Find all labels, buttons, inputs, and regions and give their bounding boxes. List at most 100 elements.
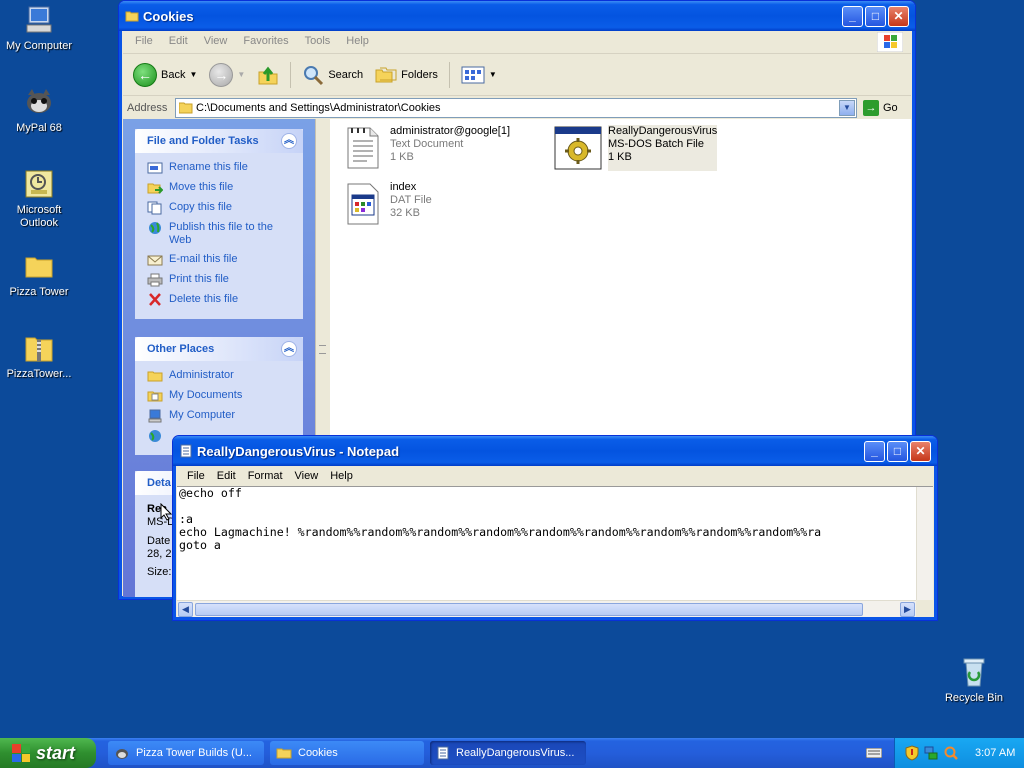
start-button[interactable]: start [0,738,96,768]
task-move[interactable]: Move this file [147,181,293,195]
taskbar-button-pizza-tower[interactable]: Pizza Tower Builds (U... [108,741,264,765]
dat-file-icon [347,183,379,225]
menu-help[interactable]: Help [324,470,359,482]
toolbar-separator [448,61,450,88]
task-publish[interactable]: Publish this file to the Web [147,221,293,247]
scroll-right-icon[interactable]: ▶ [900,602,915,617]
views-icon [461,66,485,83]
back-button[interactable]: ← Back ▼ [129,60,201,90]
explorer-title-bar[interactable]: Cookies _ □ ✕ [119,1,915,31]
places-title: Other Places [147,343,215,355]
views-button[interactable]: ▼ [457,60,501,90]
collapse-icon[interactable]: ︽ [281,133,297,149]
task-print[interactable]: Print this file [147,273,293,287]
scroll-thumb[interactable] [195,603,863,616]
tasks-title: File and Folder Tasks [147,135,259,147]
minimize-icon: _ [849,9,856,23]
delete-x-icon [149,293,161,306]
file-item-batch[interactable]: ReallyDangerousVirus MS-DOS Batch File 1… [554,125,718,171]
zip-folder-icon [25,337,53,362]
task-copy[interactable]: Copy this file [147,201,293,215]
close-button[interactable]: ✕ [910,441,931,462]
task-label: Publish this file to the Web [169,221,273,246]
menu-favorites[interactable]: Favorites [235,35,296,47]
notepad-text-area[interactable]: @echo off :a echo Lagmachine! %random%%ra… [177,486,933,600]
maximize-button[interactable]: □ [865,6,886,27]
task-label: Rename this file [169,161,248,173]
notepad-icon [437,746,449,760]
task-rename[interactable]: Rename this file [147,161,293,175]
file-folder-tasks-header[interactable]: File and Folder Tasks ︽ [135,129,303,153]
desktop-icon-my-computer[interactable]: My Computer [0,4,78,53]
menu-file[interactable]: File [127,35,161,47]
raccoon-browser-icon [116,749,128,759]
file-folder-tasks-box: File and Folder Tasks ︽ Rename this file… [135,129,303,319]
explorer-menu-bar: File Edit View Favorites Tools Help [123,31,911,52]
minimize-button[interactable]: _ [842,6,863,27]
task-delete[interactable]: Delete this file [147,293,293,307]
desktop-icon-label: MyPal 68 [16,122,62,134]
explorer-toolbar: ← Back ▼ → ▼ Search Folders ▼ [123,53,911,95]
horizontal-scrollbar[interactable]: ◀ ▶ [177,600,916,617]
place-administrator[interactable]: Administrator [147,369,293,383]
folder-icon [147,371,163,382]
desktop-icon-label: Microsoft Outlook [16,204,62,229]
menu-view[interactable]: View [289,470,325,482]
security-shield-icon[interactable] [905,745,919,761]
up-folder-button[interactable] [253,60,283,90]
task-label: Copy this file [169,201,232,213]
menu-format[interactable]: Format [242,470,289,482]
desktop-icon-recycle-bin[interactable]: Recycle Bin [935,656,1013,705]
keyboard-icon[interactable] [866,748,882,758]
other-places-header[interactable]: Other Places ︽ [135,337,303,361]
splitter-grip [319,345,326,354]
maximize-button[interactable]: □ [887,441,908,462]
folders-button[interactable]: Folders [371,60,442,90]
place-my-documents[interactable]: My Documents [147,389,293,403]
close-icon: ✕ [893,9,904,23]
address-dropdown-button[interactable]: ▼ [839,99,855,116]
text-line: @echo off [179,486,242,500]
desktop-icon-outlook[interactable]: Microsoft Outlook [0,168,78,230]
menu-edit[interactable]: Edit [161,35,196,47]
clock[interactable]: 3:07 AM [975,747,1015,759]
task-email[interactable]: E-mail this file [147,253,293,267]
address-input[interactable]: C:\Documents and Settings\Administrator\… [175,97,857,118]
menu-tools[interactable]: Tools [297,35,339,47]
network-icon[interactable] [923,745,939,761]
collapse-icon[interactable]: ︽ [281,341,297,357]
task-label: Move this file [169,181,234,193]
menu-help[interactable]: Help [338,35,377,47]
text-document-icon [347,127,379,169]
close-button[interactable]: ✕ [888,6,909,27]
desktop-icon-mypal[interactable]: MyPal 68 [0,86,78,135]
go-button[interactable]: → Go [857,99,911,116]
scroll-left-icon[interactable]: ◀ [178,602,193,617]
email-icon [147,255,163,266]
place-my-computer[interactable]: My Computer [147,409,293,423]
file-item-text[interactable]: administrator@google[1] Text Document 1 … [342,125,510,171]
windows-logo-icon [12,744,30,762]
chevron-down-icon: ▼ [488,70,497,79]
menu-view[interactable]: View [196,35,236,47]
search-tray-icon[interactable] [943,745,959,761]
desktop-icon-pizza-tower[interactable]: Pizza Tower [0,250,78,299]
desktop-icon-pizzatower-zip[interactable]: PizzaTower... [0,332,78,381]
forward-button[interactable]: → ▼ [205,60,249,90]
my-computer-icon [148,409,162,423]
close-icon: ✕ [915,444,926,458]
menu-edit[interactable]: Edit [211,470,242,482]
file-name: administrator@google[1] [390,125,511,137]
taskbar-button-cookies[interactable]: Cookies [270,741,424,765]
resize-grip[interactable] [916,600,933,617]
text-line: goto a [179,538,221,552]
copy-icon [147,201,162,215]
address-value: C:\Documents and Settings\Administrator\… [196,101,441,114]
search-button[interactable]: Search [298,60,367,90]
file-item-dat[interactable]: index DAT File 32 KB [342,181,432,227]
vertical-scrollbar[interactable] [916,487,933,600]
taskbar-button-notepad[interactable]: ReallyDangerousVirus... [430,741,586,765]
minimize-button[interactable]: _ [864,441,885,462]
notepad-title-bar[interactable]: ReallyDangerousVirus - Notepad _ □ ✕ [173,436,937,466]
menu-file[interactable]: File [181,470,211,482]
